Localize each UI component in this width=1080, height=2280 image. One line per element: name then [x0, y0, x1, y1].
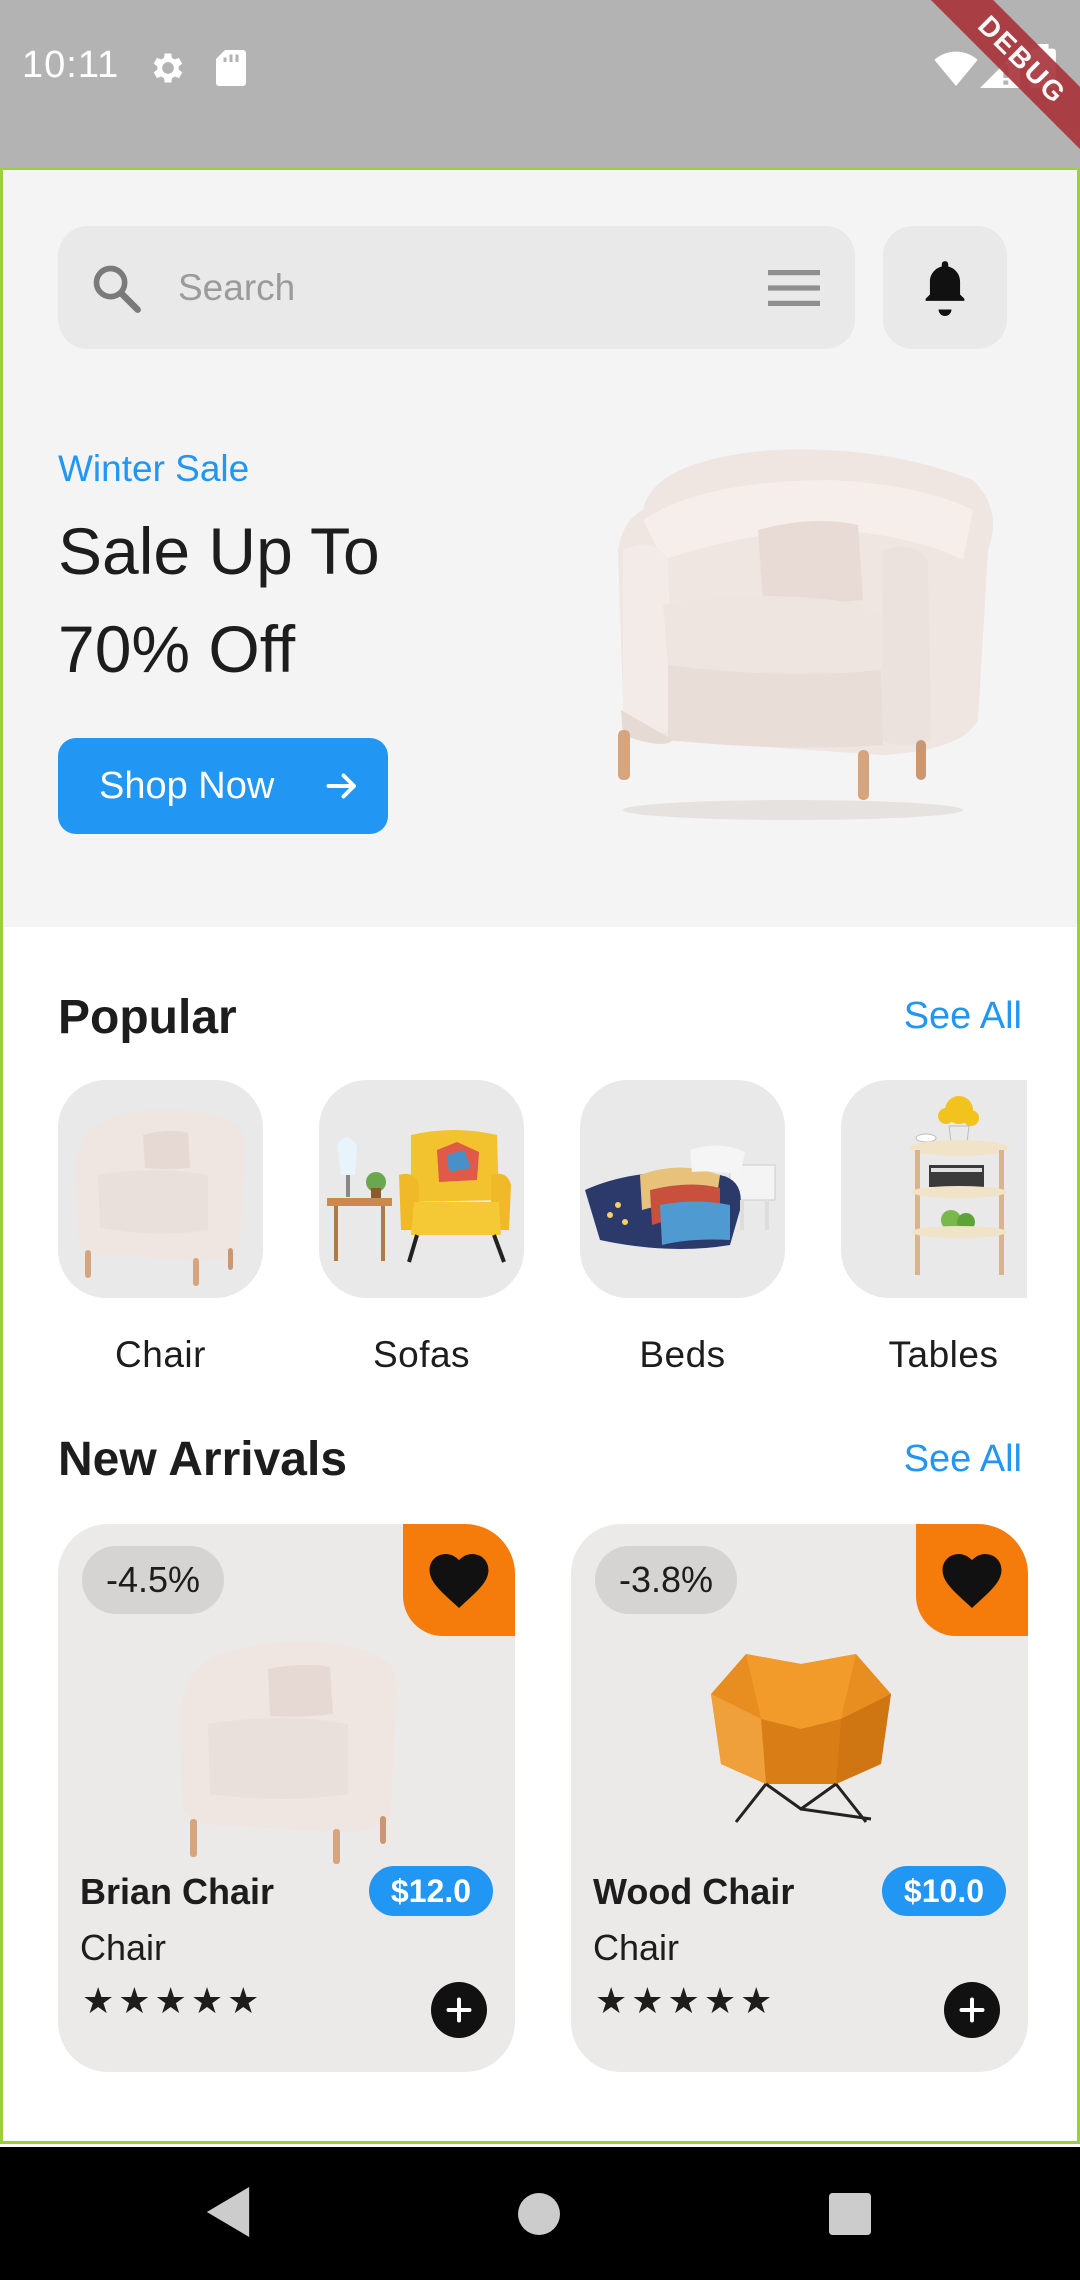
sd-card-icon: [216, 50, 246, 86]
status-bar: 10:11 DEBUG: [0, 0, 1080, 170]
search-input[interactable]: [178, 256, 738, 320]
plus-icon: [959, 1997, 985, 2023]
product-card-wood-chair[interactable]: -3.8% Wood Chair Chair $10.0 ★★★★★: [571, 1524, 1028, 2072]
promo-title: Sale Up To 70% Off: [58, 514, 380, 686]
product-title: Brian Chair: [80, 1871, 275, 1912]
star-rating: ★★★★★: [595, 1980, 777, 2021]
app-screen: 10:11 DEBUG Search Winter Sale Sale Up T…: [0, 0, 1080, 2280]
product-subtitle: Chair: [80, 1927, 167, 1968]
popular-see-all-link[interactable]: See All: [904, 995, 1022, 1038]
add-to-cart-button[interactable]: [431, 1982, 487, 2038]
category-sofas[interactable]: Sofas: [319, 1080, 524, 1376]
system-navigation-bar: [0, 2147, 1080, 2280]
category-label: Beds: [639, 1334, 726, 1375]
search-bar[interactable]: [58, 226, 855, 349]
discount-badge: -4.5%: [82, 1546, 225, 1614]
wifi-icon: [934, 51, 978, 86]
heart-icon: [942, 1554, 1002, 1608]
promo-tag: Winter Sale: [58, 448, 250, 489]
bed-image: [585, 1145, 776, 1249]
category-beds[interactable]: Beds: [580, 1080, 785, 1376]
category-chair[interactable]: Chair: [58, 1080, 263, 1376]
armchair-image: [618, 449, 993, 820]
popular-section-title: Popular: [58, 991, 237, 1044]
category-label: Chair: [115, 1334, 206, 1375]
price-badge: $10.0: [881, 1866, 1006, 1916]
status-time: 10:11: [22, 44, 120, 86]
product-title: Wood Chair: [593, 1871, 795, 1912]
search-icon: [93, 265, 141, 313]
category-label: Sofas: [372, 1334, 471, 1375]
product-name: Wood Chair Chair: [593, 1864, 873, 1976]
category-thumbnail: [580, 1080, 785, 1298]
favorite-button[interactable]: [403, 1524, 515, 1636]
gear-icon: [153, 53, 183, 83]
bell-icon: [925, 261, 965, 316]
category-thumbnail: [841, 1080, 1027, 1298]
side-table-image: [909, 1096, 1009, 1275]
sofa-image: [327, 1130, 511, 1263]
add-to-cart-button[interactable]: [944, 1982, 1000, 2038]
new-arrivals-section-title: New Arrivals: [58, 1433, 348, 1486]
product-card-brian-chair[interactable]: -4.5% Brian Chair Chair $12.0 ★★★★★: [58, 1524, 515, 2072]
plus-icon: [446, 1997, 472, 2023]
orange-chair-image: [711, 1654, 891, 1823]
main-content[interactable]: Winter Sale Sale Up To 70% Off Shop Now: [0, 170, 1080, 2144]
category-thumbnail: [58, 1080, 263, 1298]
notifications-button[interactable]: [883, 226, 1007, 349]
shop-now-label: Shop Now: [99, 764, 275, 807]
price-badge: $12.0: [368, 1866, 493, 1916]
category-tables[interactable]: Tables: [841, 1080, 1046, 1376]
product-name: Brian Chair Chair: [80, 1864, 360, 1976]
back-icon[interactable]: [206, 2187, 250, 2237]
category-thumbnail: [319, 1080, 524, 1298]
star-rating: ★★★★★: [82, 1980, 264, 2021]
armchair-image: [76, 1109, 246, 1286]
recent-apps-icon[interactable]: [829, 2193, 871, 2235]
menu-icon[interactable]: [768, 268, 820, 308]
new-arrivals-see-all-link[interactable]: See All: [904, 1438, 1022, 1481]
category-label: Tables: [888, 1334, 999, 1375]
home-icon[interactable]: [518, 2193, 560, 2235]
hero-section: Winter Sale Sale Up To 70% Off Shop Now: [3, 170, 1077, 927]
product-subtitle: Chair: [593, 1927, 680, 1968]
shop-now-button[interactable]: Shop Now: [58, 738, 388, 834]
arrow-right-icon: [326, 773, 356, 799]
discount-badge: -3.8%: [595, 1546, 738, 1614]
heart-icon: [429, 1554, 489, 1608]
favorite-button[interactable]: [916, 1524, 1028, 1636]
armchair-image: [180, 1641, 398, 1864]
